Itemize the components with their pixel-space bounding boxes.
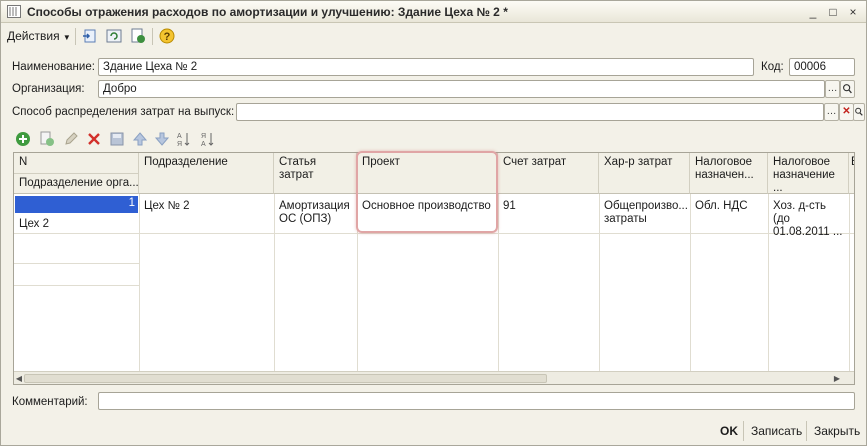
button-separator <box>743 421 744 441</box>
move-down-icon[interactable] <box>154 131 170 147</box>
dropdown-arrow-icon: ▼ <box>62 33 71 42</box>
grid-line <box>357 194 358 372</box>
toolbar-separator <box>152 28 153 45</box>
close-window-button[interactable]: × <box>846 5 860 19</box>
scroll-left-icon[interactable]: ◀ <box>14 372 24 384</box>
help-icon[interactable]: ? <box>158 27 176 45</box>
grid-line <box>14 285 139 286</box>
delete-row-icon[interactable] <box>86 131 102 147</box>
sort-ascending-icon[interactable]: A Я <box>176 131 192 147</box>
refresh-icon[interactable] <box>105 27 123 45</box>
grid-line <box>690 194 691 372</box>
row-number-cell[interactable]: 1 <box>15 196 138 213</box>
organization-field[interactable]: Добро <box>98 80 825 98</box>
scrollbar-thumb[interactable] <box>24 374 547 383</box>
open-icon[interactable] <box>81 27 99 45</box>
name-label: Наименование: <box>12 61 95 73</box>
toolbar-separator <box>75 28 76 45</box>
code-field[interactable]: 00006 <box>789 58 855 76</box>
end-edit-icon[interactable] <box>109 131 125 147</box>
column-header-n[interactable]: N <box>14 153 139 174</box>
code-label: Код: <box>761 61 784 73</box>
window-title: Способы отражения расходов по амортизаци… <box>27 5 508 19</box>
column-header-cost-nature[interactable]: Хар-р затрат <box>599 153 690 194</box>
move-up-icon[interactable] <box>132 131 148 147</box>
organization-search-icon[interactable] <box>840 80 855 98</box>
actions-label: Действия <box>7 29 60 43</box>
svg-text:Я: Я <box>177 141 182 147</box>
column-header-project[interactable]: Проект <box>357 153 498 194</box>
column-header-subdivision[interactable]: Подразделение <box>139 153 274 194</box>
main-toolbar: Действия ▼ ? <box>1 24 866 48</box>
add-row-icon[interactable] <box>15 131 31 147</box>
distribution-method-clear-icon[interactable]: ✕ <box>839 103 854 121</box>
cost-item-cell[interactable]: Амортизация ОС (ОПЗ) <box>274 197 357 229</box>
svg-text:A: A <box>201 141 206 147</box>
column-header-tax-purpose[interactable]: Налоговое назначен... <box>690 153 768 194</box>
maximize-button[interactable]: □ <box>826 5 840 19</box>
cost-account-cell[interactable]: 91 <box>498 197 599 216</box>
svg-text:A: A <box>177 133 182 140</box>
grid-line <box>14 233 854 234</box>
column-header-more[interactable]: В <box>849 153 854 194</box>
grid-line <box>849 194 850 372</box>
copy-row-icon[interactable] <box>39 131 55 147</box>
subdivision-cell[interactable]: Цех № 2 <box>139 197 274 216</box>
save-button[interactable]: Записать <box>751 424 802 438</box>
project-cell[interactable]: Основное производство <box>357 197 498 216</box>
cost-table[interactable]: N Подразделение орга... Подразделение Ст… <box>13 152 855 385</box>
edit-row-icon[interactable] <box>63 131 79 147</box>
tax-purpose-2-cell[interactable]: Хоз. д-сть (до 01.08.2011 ... <box>768 197 849 242</box>
grid-line <box>139 194 140 372</box>
sort-descending-icon[interactable]: Я A <box>200 131 216 147</box>
column-header-org-subdivision[interactable]: Подразделение орга... <box>14 174 139 194</box>
grid-line <box>14 263 139 264</box>
scroll-right-icon[interactable]: ▶ <box>832 372 842 384</box>
comment-field[interactable] <box>98 392 855 410</box>
column-header-tax-purpose-2[interactable]: Налоговое назначение ... <box>768 153 849 194</box>
svg-text:Я: Я <box>201 133 206 140</box>
grid-line <box>498 194 499 372</box>
svg-text:?: ? <box>164 31 171 43</box>
name-field[interactable]: Здание Цеха № 2 <box>98 58 754 76</box>
minimize-button[interactable]: _ <box>806 5 820 19</box>
org-subdivision-cell[interactable]: Цех 2 <box>14 215 139 234</box>
title-bar: Способы отражения расходов по амортизаци… <box>1 1 866 23</box>
cost-nature-cell[interactable]: Общепроизво... затраты <box>599 197 690 229</box>
column-header-cost-item[interactable]: Статья затрат <box>274 153 357 194</box>
document-icon <box>7 5 21 18</box>
distribution-method-field[interactable] <box>236 103 824 121</box>
column-header-cost-account[interactable]: Счет затрат <box>498 153 599 194</box>
ok-button[interactable]: OK <box>720 424 738 438</box>
distribution-method-search-icon[interactable] <box>853 103 865 121</box>
comment-label: Комментарий: <box>12 396 88 408</box>
document-window: Способы отражения расходов по амортизаци… <box>0 0 867 446</box>
actions-menu[interactable]: Действия ▼ <box>7 29 71 43</box>
tax-purpose-cell[interactable]: Обл. НДС <box>690 197 768 216</box>
distribution-method-select-button[interactable]: … <box>824 103 839 121</box>
save-copy-icon[interactable] <box>129 27 147 45</box>
close-button[interactable]: Закрыть <box>814 424 860 438</box>
organization-label: Организация: <box>12 83 85 95</box>
horizontal-scrollbar[interactable]: ◀ ▶ <box>14 371 854 384</box>
button-separator <box>806 421 807 441</box>
distribution-method-label: Способ распределения затрат на выпуск: <box>12 106 235 118</box>
organization-select-button[interactable]: … <box>825 80 840 98</box>
